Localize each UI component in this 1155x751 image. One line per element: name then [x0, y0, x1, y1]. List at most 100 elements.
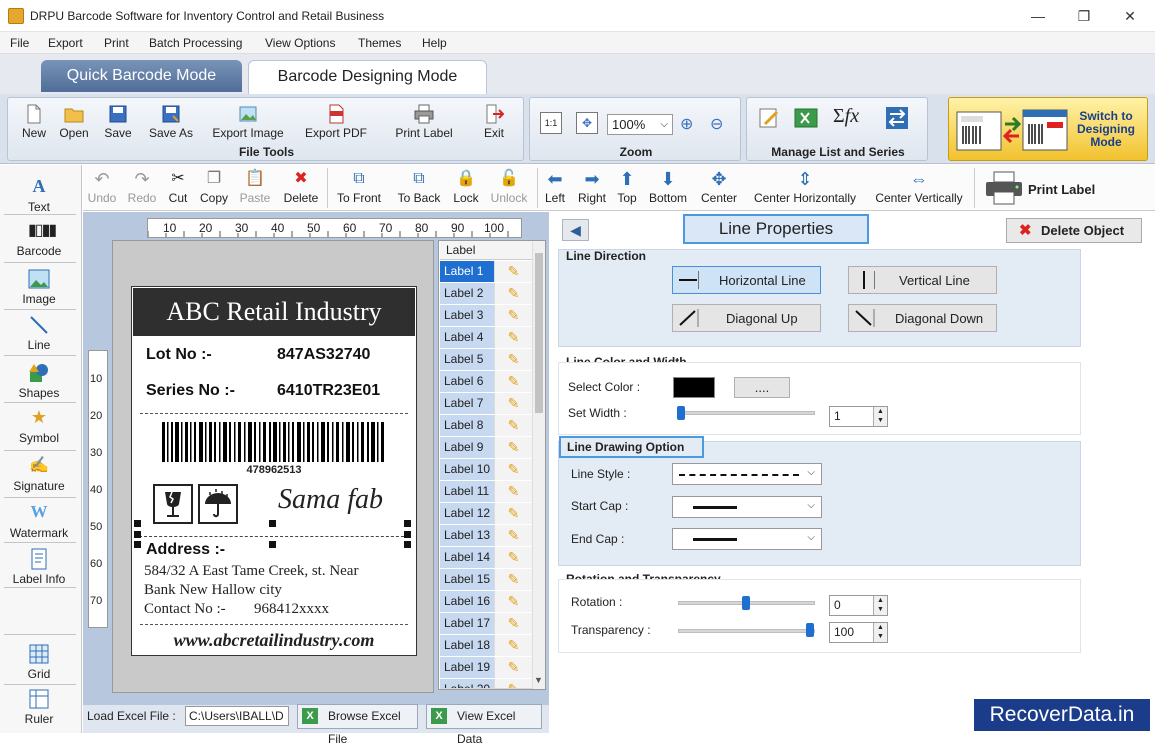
edit-pencil-icon[interactable]: ✎: [494, 679, 532, 688]
scrollbar-thumb[interactable]: [535, 253, 543, 413]
menu-file[interactable]: File: [10, 36, 29, 50]
resize-handle[interactable]: [269, 520, 276, 527]
edit-pencil-icon[interactable]: ✎: [494, 547, 532, 568]
resize-handle[interactable]: [404, 520, 411, 527]
undo-button[interactable]: ↶ Undo: [86, 169, 118, 205]
delete-button[interactable]: ✖ Delete: [280, 169, 322, 205]
color-swatch[interactable]: [673, 377, 715, 398]
browse-excel-button[interactable]: X Browse Excel File: [297, 704, 418, 746]
spinner-arrows-icon[interactable]: ▲ ▼: [873, 407, 887, 426]
sidebar-item-text[interactable]: A Text: [0, 176, 78, 214]
zoom-fit-icon[interactable]: ✥: [576, 112, 598, 134]
print-label-button[interactable]: Print Label: [984, 170, 1104, 206]
menu-themes[interactable]: Themes: [358, 36, 401, 50]
sidebar-item-signature[interactable]: ✍ Signature: [0, 455, 78, 493]
align-center-button[interactable]: ✥ Center: [698, 169, 740, 205]
signature-image[interactable]: Sama fab: [278, 484, 388, 526]
align-right-button[interactable]: ➡ Right: [576, 169, 608, 205]
zoom-in-icon[interactable]: ⊕: [680, 114, 693, 134]
save-button[interactable]: Save: [100, 104, 136, 140]
color-picker-button[interactable]: ....: [734, 377, 790, 398]
sidebar-item-grid[interactable]: Grid: [0, 643, 78, 681]
edit-pencil-icon[interactable]: ✎: [494, 569, 532, 590]
list-item[interactable]: Label 2 ✎: [440, 283, 532, 304]
tab-quick-barcode-mode[interactable]: Quick Barcode Mode: [41, 60, 242, 92]
edit-pencil-icon[interactable]: ✎: [494, 503, 532, 524]
sidebar-item-barcode[interactable]: ▮▯▮▮ Barcode: [0, 220, 78, 258]
vertical-line-button[interactable]: Vertical Line: [848, 266, 997, 294]
cut-button[interactable]: ✂ Cut: [164, 169, 192, 205]
delete-object-button[interactable]: ✖ Delete Object: [1006, 218, 1142, 243]
list-item[interactable]: Label 17 ✎: [440, 613, 532, 634]
align-top-button[interactable]: ⬆ Top: [614, 169, 640, 205]
excel-path-input[interactable]: C:\Users\IBALL\D: [185, 706, 289, 726]
menu-export[interactable]: Export: [48, 36, 83, 50]
resize-handle[interactable]: [134, 520, 141, 527]
resize-handle[interactable]: [404, 531, 411, 538]
website-text[interactable]: www.abcretailindustry.com: [133, 630, 415, 651]
rotation-slider-thumb[interactable]: [742, 596, 750, 610]
menu-batch-processing[interactable]: Batch Processing: [149, 36, 242, 50]
sigma-fx-icon[interactable]: Σfx: [833, 105, 859, 128]
edit-pencil-icon[interactable]: ✎: [494, 327, 532, 348]
list-item[interactable]: Label 9 ✎: [440, 437, 532, 458]
sidebar-item-symbol[interactable]: ★ Symbol: [0, 407, 78, 445]
line-style-select[interactable]: ⌵: [672, 463, 822, 485]
spinner-arrows-icon[interactable]: ▲ ▼: [873, 623, 887, 642]
contact-label[interactable]: Contact No :-: [144, 601, 226, 618]
edit-pencil-icon[interactable]: ✎: [494, 459, 532, 480]
barcode-number[interactable]: 478962513: [160, 464, 388, 476]
edit-pencil-icon[interactable]: ✎: [494, 371, 532, 392]
center-horizontally-button[interactable]: ⇕ Center Horizontally: [748, 169, 862, 205]
width-spinner[interactable]: 1 ▲ ▼: [829, 406, 888, 427]
contact-value[interactable]: 968412xxxx: [254, 601, 329, 618]
address-title[interactable]: Address :-: [146, 541, 225, 559]
zoom-actual-size-icon[interactable]: 1:1: [540, 112, 562, 134]
diagonal-down-button[interactable]: Diagonal Down: [848, 304, 997, 332]
unlock-button[interactable]: 🔓 Unlock: [488, 169, 530, 205]
list-item[interactable]: Label 13 ✎: [440, 525, 532, 546]
list-item[interactable]: Label 15 ✎: [440, 569, 532, 590]
edit-pencil-icon[interactable]: ✎: [494, 591, 532, 612]
address-line-2[interactable]: Bank New Hallow city: [144, 582, 282, 599]
keep-dry-symbol-icon[interactable]: [198, 484, 238, 524]
list-item[interactable]: Label 14 ✎: [440, 547, 532, 568]
tab-barcode-designing-mode[interactable]: Barcode Designing Mode: [248, 60, 487, 94]
edit-pencil-icon[interactable]: ✎: [494, 525, 532, 546]
rotation-spinner[interactable]: 0 ▲ ▼: [829, 595, 888, 616]
edit-pencil-icon[interactable]: ✎: [494, 415, 532, 436]
export-pdf-button[interactable]: Export PDF: [300, 104, 372, 140]
list-item[interactable]: Label 6 ✎: [440, 371, 532, 392]
list-item[interactable]: Label 1 ✎: [440, 261, 532, 282]
width-slider-thumb[interactable]: [677, 406, 685, 420]
sidebar-item-ruler[interactable]: Ruler: [0, 688, 78, 726]
resize-handle[interactable]: [404, 541, 411, 548]
barcode-graphic[interactable]: [160, 422, 388, 462]
open-button[interactable]: Open: [56, 104, 92, 140]
horizontal-line-button[interactable]: Horizontal Line: [672, 266, 821, 294]
end-cap-select[interactable]: ⌵: [672, 528, 822, 550]
align-left-button[interactable]: ⬅ Left: [542, 169, 568, 205]
width-slider[interactable]: [678, 411, 815, 415]
exit-button[interactable]: Exit: [476, 104, 512, 140]
spinner-arrows-icon[interactable]: ▲ ▼: [873, 596, 887, 615]
zoom-select[interactable]: 100% ⌵: [607, 114, 673, 135]
scroll-down-icon[interactable]: ▼: [534, 675, 543, 685]
menu-print[interactable]: Print: [104, 36, 129, 50]
transparency-slider[interactable]: [678, 629, 815, 633]
sidebar-item-shapes[interactable]: Shapes: [0, 362, 78, 400]
lock-button[interactable]: 🔒 Lock: [450, 169, 482, 205]
lot-no-label[interactable]: Lot No :-: [146, 346, 212, 364]
minimize-icon[interactable]: —: [1015, 0, 1061, 32]
label-company-name[interactable]: ABC Retail Industry: [133, 288, 415, 336]
edit-pencil-icon[interactable]: ✎: [494, 657, 532, 678]
list-item[interactable]: Label 8 ✎: [440, 415, 532, 436]
edit-pencil-icon[interactable]: ✎: [494, 635, 532, 656]
list-item[interactable]: Label 20 ✎: [440, 679, 532, 689]
list-item[interactable]: Label 18 ✎: [440, 635, 532, 656]
menu-view-options[interactable]: View Options: [265, 36, 335, 50]
new-button[interactable]: New: [16, 104, 52, 140]
menu-help[interactable]: Help: [422, 36, 447, 50]
view-excel-data-button[interactable]: X View Excel Data: [426, 704, 542, 746]
list-item[interactable]: Label 19 ✎: [440, 657, 532, 678]
